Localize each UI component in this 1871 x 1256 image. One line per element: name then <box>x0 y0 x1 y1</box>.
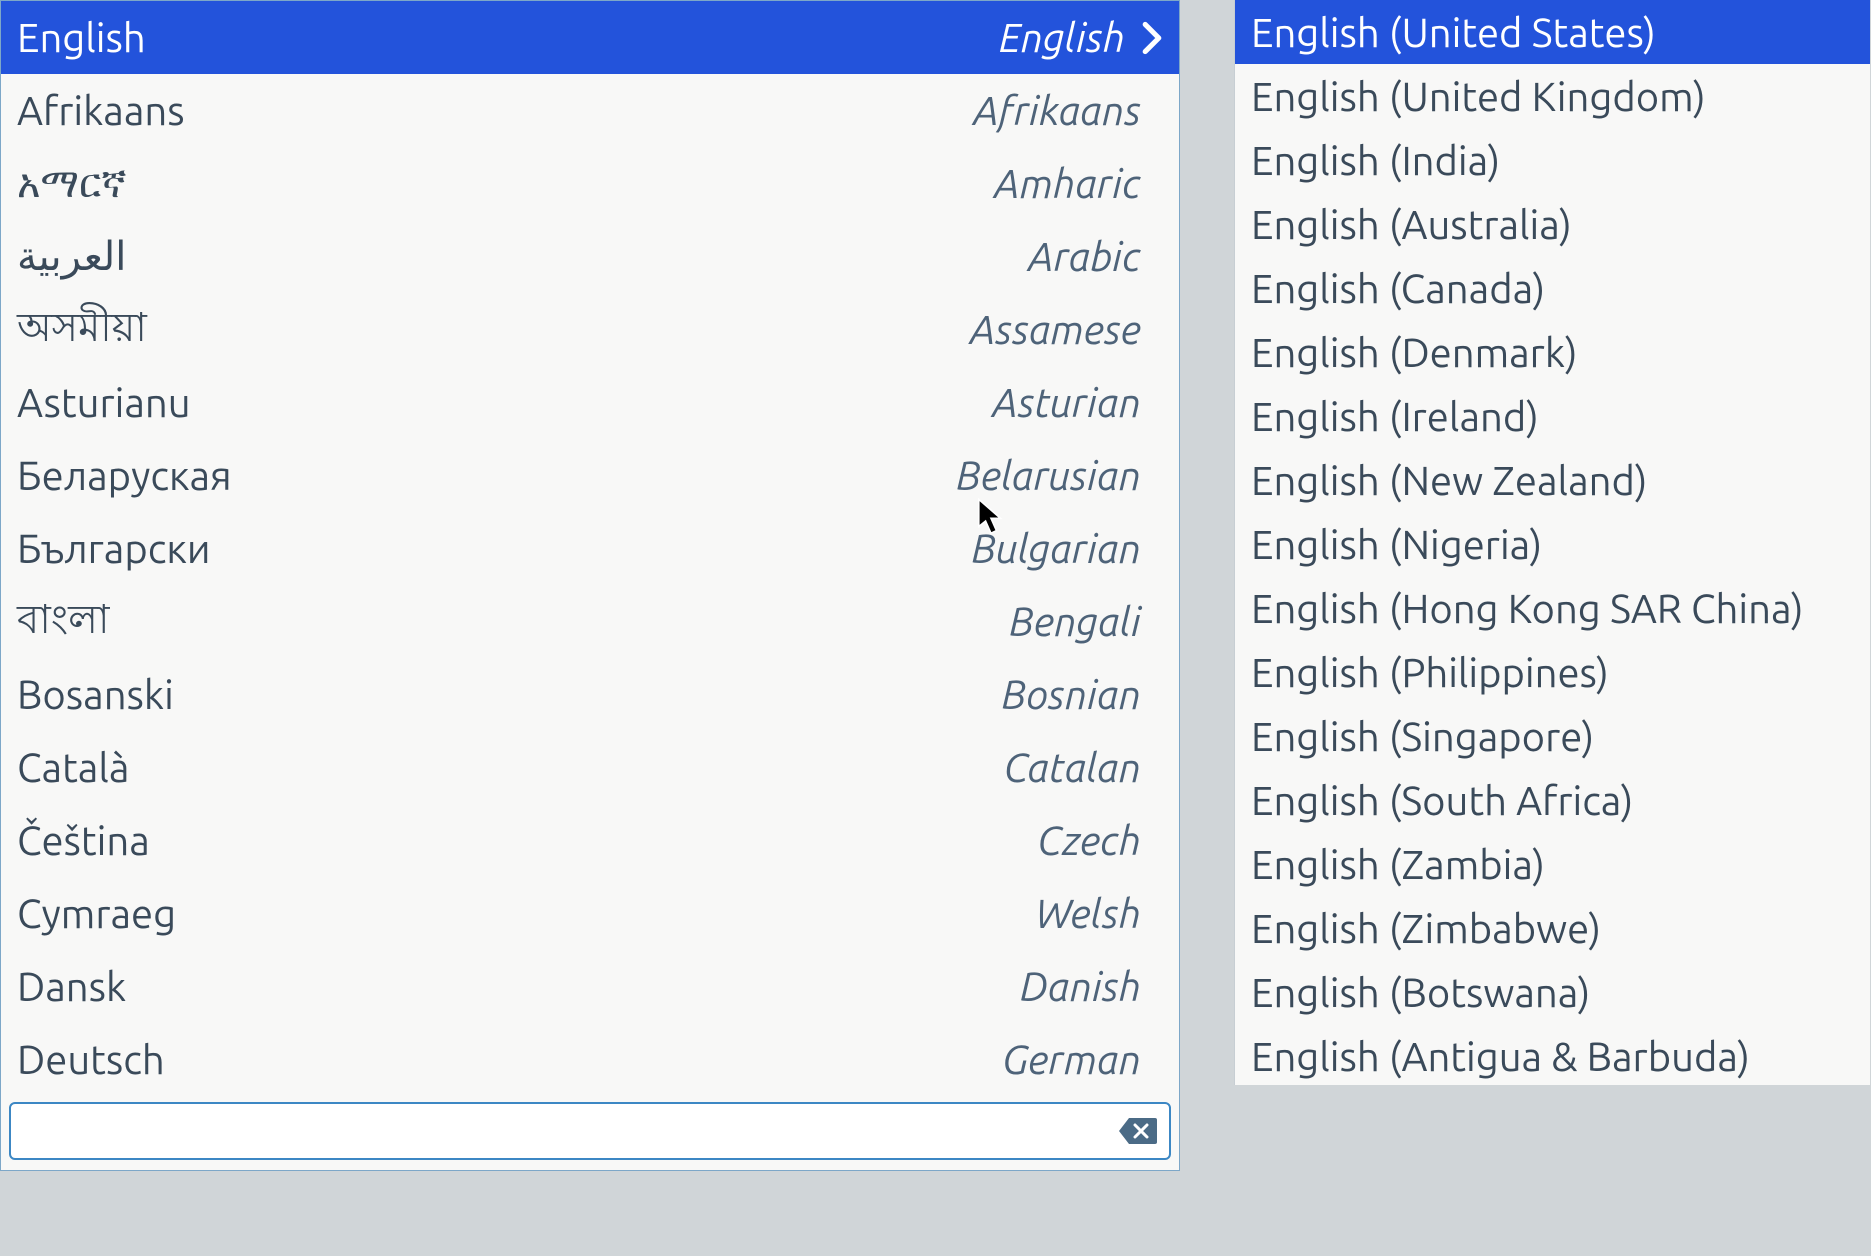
language-panel: English English Afrikaans Afrikaans አማርኛ Amha… <box>0 0 1180 1171</box>
language-row[interactable]: Čeština Czech <box>1 804 1179 877</box>
locale-row[interactable]: English (New Zealand) <box>1235 448 1870 512</box>
language-native-name: አማርኛ <box>17 160 127 207</box>
locale-row[interactable]: English (Ireland) <box>1235 384 1870 448</box>
language-native-name: Bosanski <box>17 672 174 717</box>
search-input[interactable] <box>21 1112 1115 1151</box>
language-row[interactable]: অসমীয়া Assamese <box>1 293 1179 366</box>
language-row[interactable]: Dansk Danish <box>1 950 1179 1023</box>
locale-label: English (Ireland) <box>1251 394 1539 439</box>
language-row[interactable]: Български Bulgarian <box>1 512 1179 585</box>
locale-label: English (Hong Kong SAR China) <box>1251 586 1804 631</box>
language-native-name: Deutsch <box>17 1037 165 1082</box>
locale-row[interactable]: English (United Kingdom) <box>1235 64 1870 128</box>
language-row[interactable]: বাংলা Bengali <box>1 585 1179 658</box>
locale-row[interactable]: English (Singapore) <box>1235 704 1870 768</box>
locale-label: English (India) <box>1251 138 1500 183</box>
locale-label: English (Nigeria) <box>1251 522 1542 567</box>
language-english-name: Amharic <box>994 161 1163 206</box>
language-english-name: German <box>1002 1037 1163 1082</box>
language-row[interactable]: Deutsch German <box>1 1023 1179 1096</box>
locale-label: English (Denmark) <box>1251 330 1578 375</box>
locale-label: English (United States) <box>1251 10 1656 55</box>
locale-row[interactable]: English (Botswana) <box>1235 960 1870 1024</box>
language-native-name: Čeština <box>17 818 150 863</box>
language-english-name: Bosnian <box>1002 672 1163 717</box>
backspace-icon <box>1117 1116 1157 1146</box>
locale-label: English (Singapore) <box>1251 714 1594 759</box>
language-english-name: Belarusian <box>956 453 1163 498</box>
locale-row[interactable]: English (India) <box>1235 128 1870 192</box>
search-wrap <box>1 1096 1179 1170</box>
language-english-name: Czech <box>1037 818 1163 863</box>
chevron-right-icon <box>1141 21 1163 55</box>
language-list[interactable]: English English Afrikaans Afrikaans አማርኛ Amha… <box>1 1 1179 1096</box>
language-row[interactable]: Беларуская Belarusian <box>1 439 1179 512</box>
language-row[interactable]: Bosanski Bosnian <box>1 658 1179 731</box>
locale-row[interactable]: English (Philippines) <box>1235 640 1870 704</box>
locale-label: English (Zambia) <box>1251 842 1545 887</box>
language-english-name: Asturian <box>992 380 1163 425</box>
language-native-name: Dansk <box>17 964 126 1009</box>
language-english-name: English <box>999 15 1125 60</box>
locale-row[interactable]: English (United States) <box>1235 0 1870 64</box>
locale-row[interactable]: English (Zimbabwe) <box>1235 896 1870 960</box>
language-english-name: Bengali <box>1009 599 1163 644</box>
locale-label: English (Australia) <box>1251 202 1572 247</box>
language-row[interactable]: Asturianu Asturian <box>1 366 1179 439</box>
locale-label: English (Canada) <box>1251 266 1545 311</box>
locale-row[interactable]: English (Canada) <box>1235 256 1870 320</box>
language-native-name: العربية <box>17 233 126 280</box>
locale-row[interactable]: English (Antigua & Barbuda) <box>1235 1024 1870 1085</box>
locale-label: English (Philippines) <box>1251 650 1609 695</box>
language-english-name: Welsh <box>1035 891 1163 936</box>
language-row[interactable]: Català Catalan <box>1 731 1179 804</box>
locale-row[interactable]: English (South Africa) <box>1235 768 1870 832</box>
locale-row[interactable]: English (Denmark) <box>1235 320 1870 384</box>
language-row[interactable]: Cymraeg Welsh <box>1 877 1179 950</box>
language-english-name: Bulgarian <box>972 526 1163 571</box>
search-box[interactable] <box>9 1102 1171 1160</box>
locale-panel[interactable]: English (United States) English (United K… <box>1234 0 1870 1085</box>
language-native-name: Català <box>17 745 129 790</box>
language-row[interactable]: Afrikaans Afrikaans <box>1 74 1179 147</box>
language-native-name: বাংলা <box>17 588 109 655</box>
locale-label: English (Zimbabwe) <box>1251 906 1601 951</box>
language-native-name: Afrikaans <box>17 88 185 133</box>
language-native-name: Български <box>17 526 211 571</box>
language-english-name: Danish <box>1020 964 1163 1009</box>
locale-label: English (Botswana) <box>1251 970 1590 1015</box>
locale-label: English (Antigua & Barbuda) <box>1251 1034 1750 1079</box>
language-native-name: English <box>17 15 146 60</box>
backspace-button[interactable] <box>1115 1111 1159 1151</box>
locale-label: English (South Africa) <box>1251 778 1633 823</box>
language-native-name: Беларуская <box>17 453 232 498</box>
locale-row[interactable]: English (Nigeria) <box>1235 512 1870 576</box>
language-native-name: অসমীয়া <box>17 296 147 363</box>
language-native-name: Asturianu <box>17 380 191 425</box>
language-row[interactable]: العربية Arabic <box>1 220 1179 293</box>
locale-row[interactable]: English (Zambia) <box>1235 832 1870 896</box>
locale-label: English (United Kingdom) <box>1251 74 1706 119</box>
locale-label: English (New Zealand) <box>1251 458 1647 503</box>
language-english-name: Afrikaans <box>973 88 1163 133</box>
language-row[interactable]: አማርኛ Amharic <box>1 147 1179 220</box>
locale-row[interactable]: English (Hong Kong SAR China) <box>1235 576 1870 640</box>
language-native-name: Cymraeg <box>17 891 176 936</box>
locale-row[interactable]: English (Australia) <box>1235 192 1870 256</box>
language-english-name: Catalan <box>1004 745 1163 790</box>
language-row[interactable]: English English <box>1 1 1179 74</box>
language-english-name: Assamese <box>970 307 1163 352</box>
language-english-name: Arabic <box>1028 234 1163 279</box>
